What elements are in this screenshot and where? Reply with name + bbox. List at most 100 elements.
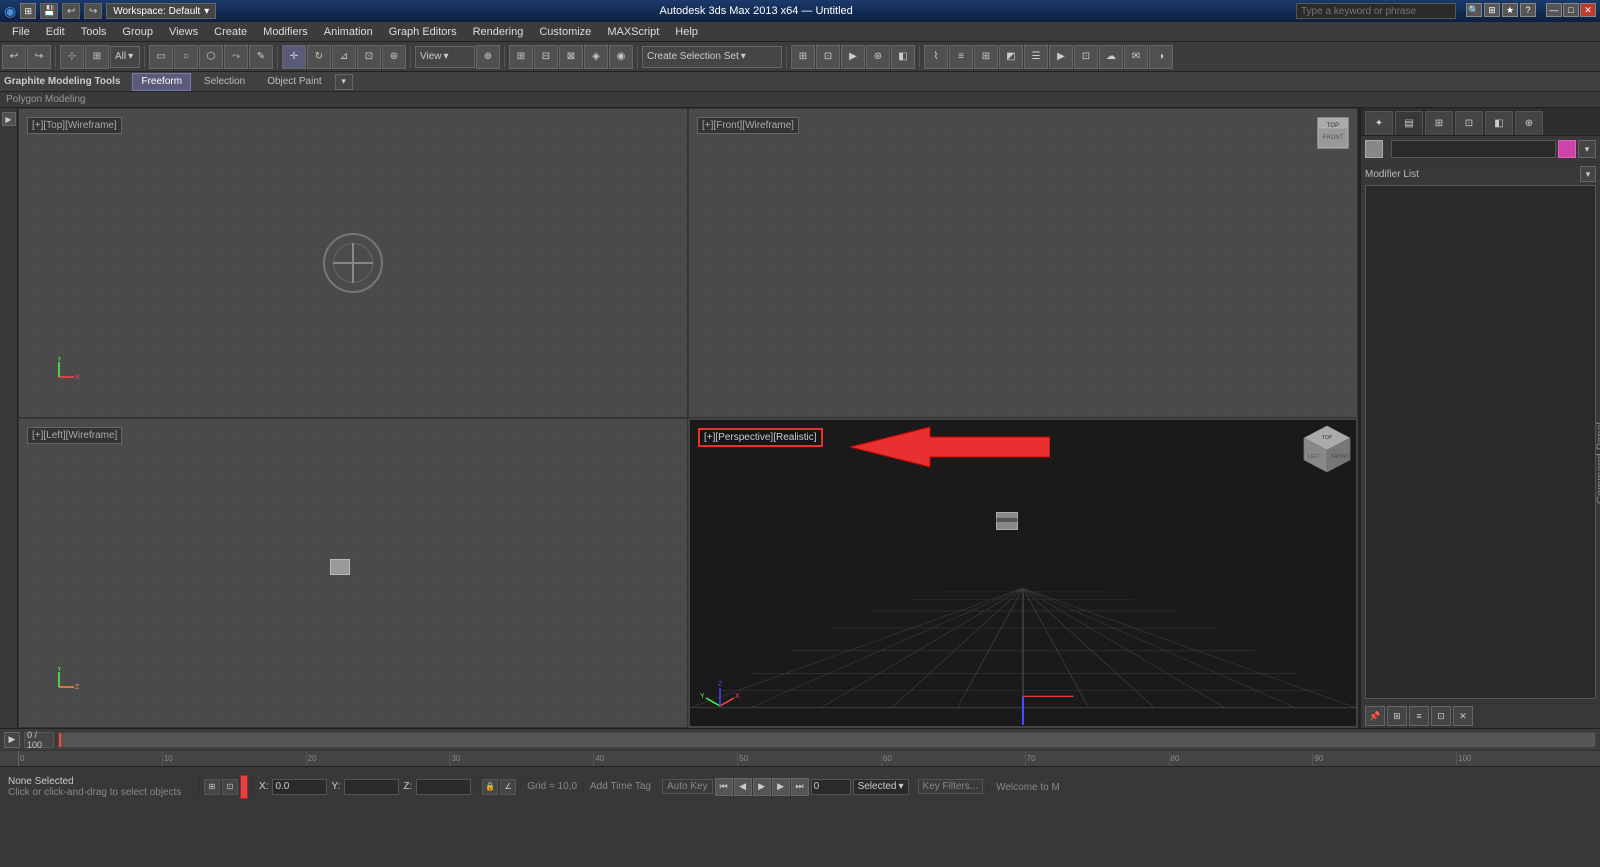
color-swatch-pink[interactable] [1558,140,1576,158]
menu-help[interactable]: Help [667,22,706,42]
viewport-top[interactable]: [+][Top][Wireframe] X Y [18,108,688,418]
cp-tab-modify[interactable]: ▤ [1395,111,1423,135]
scale-btn[interactable]: ⊿ [332,45,356,69]
minimize-btn[interactable]: — [1546,3,1562,17]
render-scene-btn[interactable]: ☰ [1024,45,1048,69]
isolate-sel-btn[interactable]: ◉ [609,45,633,69]
circle-select-btn[interactable]: ○ [174,45,198,69]
viewport-perspective[interactable]: [+][Perspective][Realistic] TOP LEFT FRO… [688,418,1358,728]
autokey-btn[interactable]: Auto Key [662,779,713,794]
menu-rendering[interactable]: Rendering [465,22,532,42]
cp-tab-hierarchy[interactable]: ⊞ [1425,111,1453,135]
render-frame-btn[interactable]: ⊡ [1074,45,1098,69]
z-input[interactable] [416,779,471,795]
align-btn[interactable]: ⊟ [534,45,558,69]
render-msg-btn[interactable]: ✉ [1124,45,1148,69]
place-highlight-btn[interactable]: ◈ [584,45,608,69]
time-cfg-btn[interactable]: ⊡ [816,45,840,69]
snap-icon-btn[interactable]: ⊞ [1484,3,1500,17]
cp-tab-motion[interactable]: ⊡ [1455,111,1483,135]
modifier-list-box[interactable] [1365,185,1596,699]
left-tool-1[interactable]: ▶ [2,112,16,126]
cp-tab-display[interactable]: ◧ [1485,111,1513,135]
timeline-track[interactable] [58,732,1596,748]
prev-key-btn[interactable]: ◀ [734,778,752,796]
selected-dropdown[interactable]: Selected ▾ [853,779,909,795]
menu-customize[interactable]: Customize [531,22,599,42]
redo-btn[interactable]: ↪ [27,45,51,69]
search-input[interactable] [1296,3,1456,19]
key-filters-btn[interactable]: Key Filters... [918,779,984,794]
x-input[interactable] [272,779,327,795]
paint-select-btn[interactable]: ✎ [249,45,273,69]
bookmark-icon-btn[interactable]: ★ [1502,3,1518,17]
rotate-btn[interactable]: ↻ [307,45,331,69]
object-paint-tab[interactable]: Object Paint [258,73,330,91]
rect-select-btn[interactable]: ▭ [149,45,173,69]
select-move-btn[interactable]: ✛ [282,45,306,69]
menu-views[interactable]: Views [161,22,206,42]
mirror-btn[interactable]: ⊞ [509,45,533,69]
search-icon-btn[interactable]: 🔍 [1466,3,1482,17]
timeline-frame-display[interactable]: 0 / 100 [24,732,54,748]
placement-btn[interactable]: ⊛ [382,45,406,69]
frame-input[interactable] [811,779,851,795]
anim-playback-btn[interactable]: ▶ [841,45,865,69]
autokey-indicator[interactable] [240,775,248,799]
env-effects-btn[interactable]: ☁ [1099,45,1123,69]
cp-dropdown-btn[interactable]: ▾ [1578,140,1596,158]
remove-modifier-btn[interactable]: ✕ [1453,706,1473,726]
name-field[interactable] [1391,140,1556,158]
quick-access-redo[interactable]: ↪ [84,3,102,19]
schematic-view-btn[interactable]: ⊞ [974,45,998,69]
coord-dropdown[interactable]: View ▾ [415,46,475,68]
show-all-subtrees-btn[interactable]: ≡ [1409,706,1429,726]
key-mode-btn[interactable]: ⊞ [791,45,815,69]
next-key-btn[interactable]: ▶ [772,778,790,796]
viewport-left[interactable]: [+][Left][Wireframe] Z Y [18,418,688,728]
extra-btn[interactable]: ▾ [335,74,353,90]
layer-dropdown[interactable]: All▾ [110,46,140,68]
status-tool-2[interactable]: ⊡ [222,779,238,795]
menu-maxscript[interactable]: MAXScript [599,22,667,42]
menu-group[interactable]: Group [114,22,161,42]
menu-tools[interactable]: Tools [73,22,115,42]
anim-constraints-btn[interactable]: ◧ [891,45,915,69]
prev-frame-btn[interactable]: ⏮ [715,778,733,796]
freeform-tab[interactable]: Freeform [132,73,191,91]
angle-snap-toggle[interactable]: ∠ [500,779,516,795]
named-sel-dropdown[interactable]: Create Selection Set ▾ [642,46,782,68]
active-shade-btn[interactable]: ◑ [1149,45,1173,69]
configure-modifier-sets-btn[interactable]: ⊞ [1387,706,1407,726]
squash-btn[interactable]: ⊡ [357,45,381,69]
undo-btn[interactable]: ↩ [2,45,26,69]
close-btn[interactable]: ✕ [1580,3,1596,17]
select-by-name-btn[interactable]: ⊞ [85,45,109,69]
menu-file[interactable]: File [4,22,38,42]
quick-access-save[interactable]: 💾 [40,3,58,19]
app-icon[interactable]: ⊞ [20,3,36,19]
menu-animation[interactable]: Animation [316,22,381,42]
show-world-space-btn[interactable]: ⊡ [1431,706,1451,726]
curve-editor-btn[interactable]: ⌇ [924,45,948,69]
pin-stack-btn[interactable]: 📌 [1365,706,1385,726]
cp-tab-create[interactable]: ✦ [1365,111,1393,135]
timeline-play-btn[interactable]: ▶ [4,732,20,748]
menu-create[interactable]: Create [206,22,255,42]
help-icon-btn[interactable]: ? [1520,3,1536,17]
viewport-front[interactable]: [+][Front][Wireframe] TOP FRONT [688,108,1358,418]
quick-render-btn[interactable]: ▶ [1049,45,1073,69]
menu-graph-editors[interactable]: Graph Editors [381,22,465,42]
play-btn[interactable]: ▶ [753,778,771,796]
menu-modifiers[interactable]: Modifiers [255,22,316,42]
modifier-list-dropdown[interactable]: ▾ [1580,166,1596,182]
motion-capture-btn[interactable]: ⊛ [866,45,890,69]
fence-select-btn[interactable]: ⬡ [199,45,223,69]
workspace-dropdown[interactable]: Workspace: Default ▾ [106,3,216,19]
status-tool-1[interactable]: ⊞ [204,779,220,795]
transform-center-btn[interactable]: ⊕ [476,45,500,69]
color-swatch-gray[interactable] [1365,140,1383,158]
normal-align-btn[interactable]: ⊠ [559,45,583,69]
menu-edit[interactable]: Edit [38,22,73,42]
maximize-btn[interactable]: □ [1563,3,1579,17]
